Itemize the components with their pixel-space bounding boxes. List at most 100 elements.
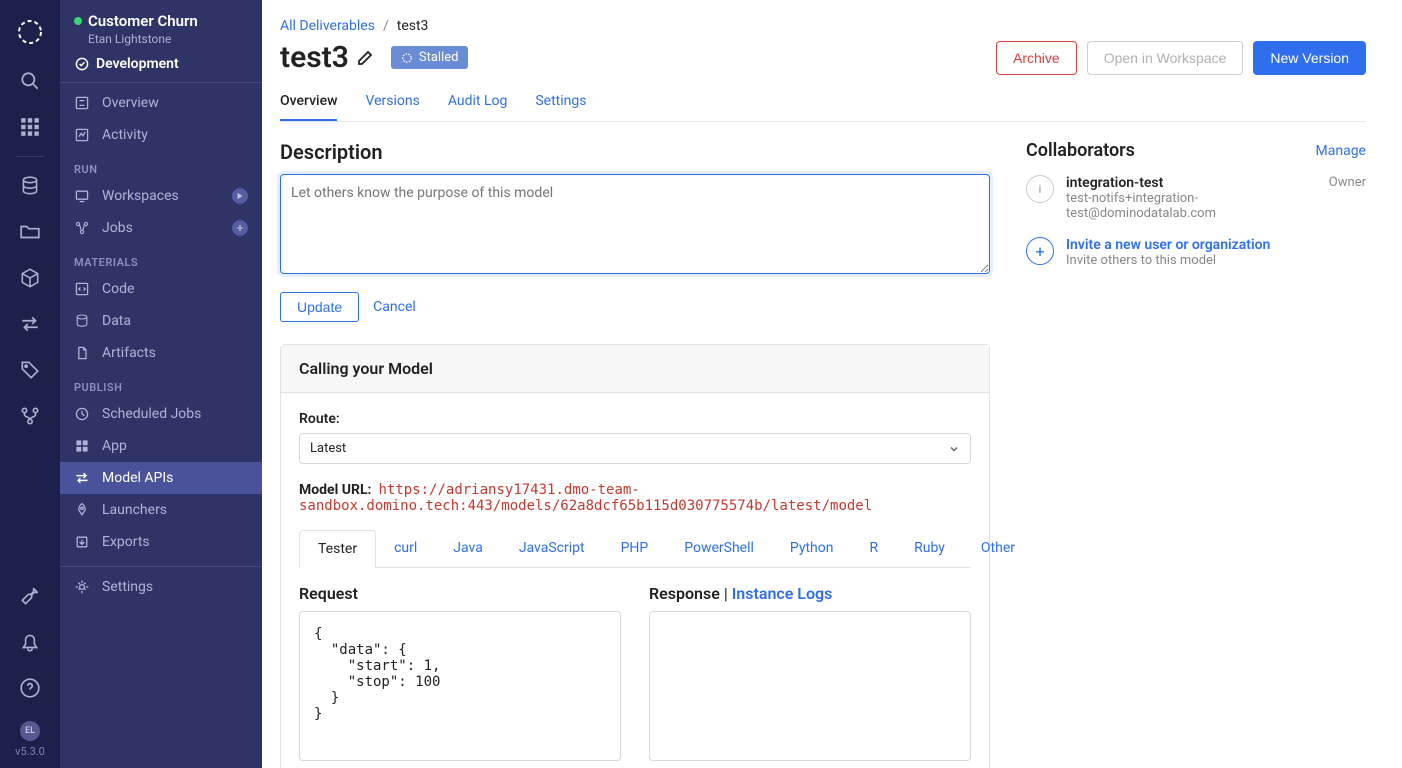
sidebar-item-label: Activity (102, 127, 148, 143)
response-heading: Response | Instance Logs (649, 584, 971, 603)
new-version-button[interactable]: New Version (1253, 41, 1366, 75)
collaborator-name: integration-test (1066, 175, 1317, 191)
sidebar-item-label: Overview (102, 95, 159, 111)
wrench-icon[interactable] (19, 585, 41, 607)
section-run: RUN (60, 151, 262, 180)
code-tabs: Tester curl Java JavaScript PHP PowerShe… (299, 530, 971, 568)
sidebar-item-settings[interactable]: Settings (60, 571, 262, 603)
cube-icon[interactable] (19, 267, 41, 289)
route-label: Route: (299, 411, 971, 427)
tab-settings[interactable]: Settings (535, 85, 586, 121)
plus-icon[interactable] (232, 220, 248, 236)
sidebar-item-scheduled-jobs[interactable]: Scheduled Jobs (60, 398, 262, 430)
tabs: Overview Versions Audit Log Settings (280, 85, 1366, 122)
project-status-dot (74, 17, 82, 25)
sidebar-item-workspaces[interactable]: Workspaces (60, 180, 262, 212)
sidebar-item-overview[interactable]: Overview (60, 87, 262, 119)
update-button[interactable]: Update (280, 292, 359, 322)
stalled-icon (401, 52, 413, 64)
folder-icon[interactable] (19, 221, 41, 243)
breadcrumb-root[interactable]: All Deliverables (280, 18, 375, 34)
code-tab-python[interactable]: Python (772, 530, 852, 567)
code-tab-powershell[interactable]: PowerShell (666, 530, 772, 567)
branch-icon[interactable] (19, 405, 41, 427)
route-value: Latest (310, 441, 346, 456)
url-value[interactable]: https://adriansy17431.dmo-team-sandbox.d… (299, 482, 872, 514)
sidebar-item-label: Settings (102, 579, 153, 595)
open-workspace-button[interactable]: Open in Workspace (1087, 41, 1244, 75)
sidebar-item-exports[interactable]: Exports (60, 526, 262, 558)
collaborator-email: test-notifs+integration-test@dominodatal… (1066, 191, 1317, 221)
sidebar-item-data[interactable]: Data (60, 305, 262, 337)
tab-versions[interactable]: Versions (365, 85, 419, 121)
help-icon[interactable] (19, 677, 41, 699)
collaborator-row: i integration-test test-notifs+integrati… (1026, 175, 1366, 221)
invite-subtitle: Invite others to this model (1066, 253, 1366, 268)
code-tab-javascript[interactable]: JavaScript (501, 530, 603, 567)
project-header: Customer Churn Etan Lightstone (60, 0, 262, 50)
invite-plus-icon[interactable]: + (1026, 237, 1054, 265)
sidebar-item-app[interactable]: App (60, 430, 262, 462)
transfer-icon[interactable] (19, 313, 41, 335)
env-label: Development (96, 56, 179, 72)
sidebar-item-label: Artifacts (102, 345, 156, 361)
edit-icon[interactable] (355, 48, 375, 68)
collaborators-heading: Collaborators (1026, 140, 1135, 161)
cancel-link[interactable]: Cancel (373, 299, 416, 315)
search-icon[interactable] (19, 70, 41, 92)
env-selector[interactable]: Development (60, 50, 262, 78)
code-tab-other[interactable]: Other (963, 530, 1033, 567)
sidebar-item-code[interactable]: Code (60, 273, 262, 305)
description-input[interactable] (280, 174, 990, 274)
sidebar-item-label: Model APIs (102, 470, 173, 486)
request-heading: Request (299, 584, 621, 603)
sidebar-item-activity[interactable]: Activity (60, 119, 262, 151)
sidebar-item-artifacts[interactable]: Artifacts (60, 337, 262, 369)
project-name[interactable]: Customer Churn (88, 12, 198, 30)
sidebar-item-jobs[interactable]: Jobs (60, 212, 262, 244)
manage-link[interactable]: Manage (1316, 143, 1366, 159)
invite-link[interactable]: Invite a new user or organization (1066, 237, 1366, 253)
route-select[interactable]: Latest (299, 433, 971, 464)
sidebar-item-label: Data (102, 313, 131, 329)
tag-icon[interactable] (19, 359, 41, 381)
tab-audit-log[interactable]: Audit Log (448, 85, 508, 121)
url-label: Model URL: (299, 482, 372, 498)
user-avatar[interactable]: EL (20, 721, 40, 741)
section-materials: MATERIALS (60, 244, 262, 273)
apps-icon[interactable] (19, 116, 41, 138)
iconbar: EL v5.3.0 (0, 0, 60, 768)
calling-heading: Calling your Model (281, 345, 989, 393)
chevron-down-icon (948, 443, 960, 455)
section-publish: PUBLISH (60, 369, 262, 398)
sidebar-item-label: Launchers (102, 502, 167, 518)
code-tab-tester[interactable]: Tester (299, 530, 376, 568)
code-tab-java[interactable]: Java (435, 530, 501, 567)
collaborator-role: Owner (1329, 175, 1366, 190)
instance-logs-link[interactable]: Instance Logs (732, 584, 833, 603)
breadcrumb-sep: / (383, 18, 389, 34)
tab-overview[interactable]: Overview (280, 85, 337, 121)
play-icon[interactable] (232, 188, 248, 204)
code-tab-curl[interactable]: curl (376, 530, 435, 567)
code-tab-ruby[interactable]: Ruby (896, 530, 963, 567)
bell-icon[interactable] (19, 631, 41, 653)
collaborator-avatar: i (1026, 175, 1054, 203)
archive-button[interactable]: Archive (996, 41, 1077, 75)
breadcrumb-current: test3 (397, 18, 429, 34)
status-badge: Stalled (391, 46, 469, 69)
app-logo-icon[interactable] (14, 16, 46, 48)
sidebar-item-label: Exports (102, 534, 150, 550)
code-tab-r[interactable]: R (851, 530, 896, 567)
sidebar-item-model-apis[interactable]: Model APIs (60, 462, 262, 494)
database-icon[interactable] (19, 175, 41, 197)
page-title: test3 (280, 40, 375, 75)
sidebar-item-launchers[interactable]: Launchers (60, 494, 262, 526)
version-label: v5.3.0 (15, 745, 45, 758)
code-tab-php[interactable]: PHP (603, 530, 667, 567)
project-user: Etan Lightstone (88, 32, 248, 46)
sidebar-item-label: Jobs (102, 220, 133, 236)
left-nav: Customer Churn Etan Lightstone Developme… (60, 0, 262, 768)
request-body[interactable]: { "data": { "start": 1, "stop": 100 } } (299, 611, 621, 761)
main-content: All Deliverables / test3 test3 Stalled A… (262, 0, 1402, 768)
